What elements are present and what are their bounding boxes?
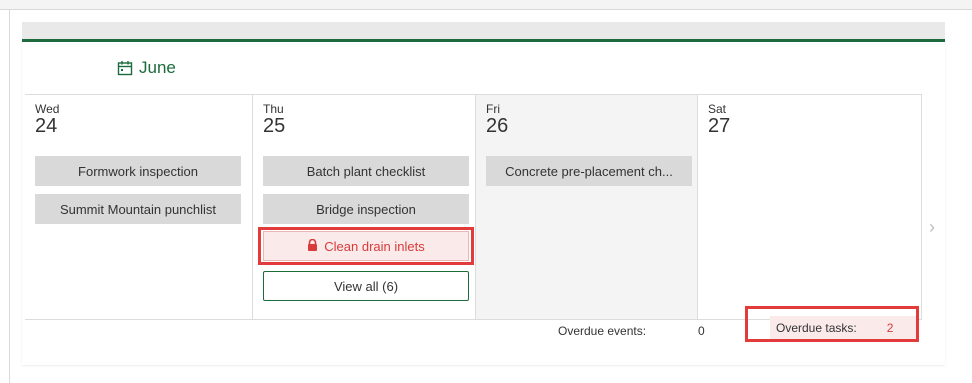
day-of-week: Wed (35, 102, 60, 116)
day-number: 26 (486, 115, 509, 137)
event-item[interactable]: Concrete pre-placement ch... (486, 156, 692, 186)
month-header[interactable]: June (117, 56, 176, 80)
event-item[interactable]: Bridge inspection (263, 194, 469, 224)
event-item[interactable]: Summit Mountain punchlist (35, 194, 241, 224)
overdue-events-label: Overdue events: (558, 324, 647, 338)
calendar-card: June Wed 24 Formwork inspection Summit M… (22, 39, 945, 365)
day-column-sat[interactable]: Sat 27 (697, 95, 922, 319)
week-grid: Wed 24 Formwork inspection Summit Mounta… (25, 94, 922, 320)
overdue-events-value: 0 (698, 324, 705, 338)
day-number: 27 (708, 115, 731, 137)
day-number: 24 (35, 115, 58, 137)
day-number: 25 (263, 115, 286, 137)
calendar-icon (117, 60, 133, 76)
highlight-locked-event (258, 227, 474, 265)
left-rule (9, 9, 10, 383)
event-item[interactable]: Batch plant checklist (263, 156, 469, 186)
top-strip (0, 0, 972, 10)
highlight-overdue-tasks (745, 306, 919, 342)
day-of-week: Fri (486, 102, 500, 116)
view-all-button[interactable]: View all (6) (263, 271, 469, 301)
day-of-week: Sat (708, 102, 727, 116)
day-column-thu[interactable]: Thu 25 Batch plant checklist Bridge insp… (252, 95, 476, 319)
month-label: June (139, 58, 176, 77)
next-week-chevron-icon[interactable]: › (929, 217, 935, 238)
day-column-wed[interactable]: Wed 24 Formwork inspection Summit Mounta… (25, 95, 252, 319)
day-column-fri[interactable]: Fri 26 Concrete pre-placement ch... (475, 95, 698, 319)
event-item[interactable]: Formwork inspection (35, 156, 241, 186)
day-of-week: Thu (263, 102, 284, 116)
calendar-panel: June Wed 24 Formwork inspection Summit M… (22, 22, 945, 365)
